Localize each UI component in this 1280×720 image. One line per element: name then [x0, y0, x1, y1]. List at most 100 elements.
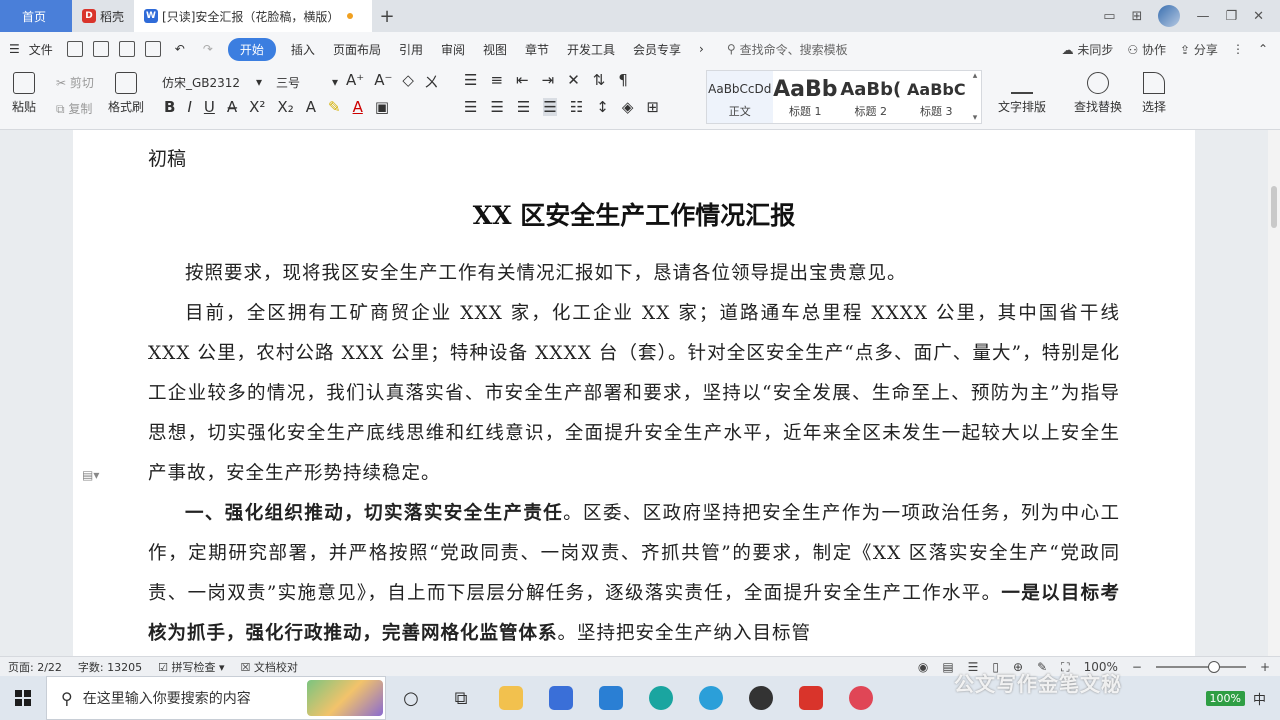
export-icon[interactable] — [92, 41, 109, 57]
shading-icon[interactable]: ◈ — [622, 98, 634, 116]
align-center-icon[interactable]: ☰ — [490, 98, 503, 116]
store-icon[interactable] — [536, 676, 586, 720]
menu-tab-insert[interactable]: 插入 — [282, 41, 324, 58]
scroll-thumb[interactable] — [1271, 186, 1277, 228]
wps-icon[interactable] — [786, 676, 836, 720]
zoom-slider[interactable] — [1155, 661, 1246, 673]
vertical-scrollbar[interactable] — [1268, 130, 1280, 656]
battery-indicator[interactable]: 100% — [1205, 690, 1245, 706]
paste-button[interactable]: 粘贴 — [12, 72, 36, 115]
indent-icon[interactable]: ⇥ — [542, 71, 555, 89]
bullet-list-icon[interactable]: ☰ — [464, 71, 477, 89]
page-view-icon[interactable]: ▤ — [942, 660, 953, 674]
style-heading1[interactable]: AaBb 标题 1 — [773, 71, 839, 123]
clear-format-icon[interactable]: ◇ — [402, 71, 414, 92]
underline-icon[interactable]: U — [204, 98, 215, 116]
tab-document[interactable]: W [只读]安全汇报（花脸稿，横版） — [134, 0, 373, 32]
layout-icon[interactable]: ▭ — [1103, 9, 1115, 24]
tab-home[interactable]: 首页 — [0, 0, 72, 32]
taskbar-search[interactable]: ⚲ 在这里输入你要搜索的内容 — [46, 676, 386, 720]
text-layout-button[interactable]: 文字排版 — [998, 72, 1046, 115]
zoom-out-icon[interactable]: − — [1132, 660, 1142, 674]
chinese-layout-icon[interactable]: ✕ — [567, 71, 580, 89]
styles-scroll[interactable]: ▴ ▾ — [969, 71, 981, 123]
select-button[interactable]: 选择 — [1142, 72, 1166, 115]
zoom-in-icon[interactable]: + — [1260, 660, 1270, 674]
font-color-icon[interactable]: A — [353, 98, 363, 116]
sort-icon[interactable]: ⇅ — [593, 71, 606, 89]
subscript-icon[interactable]: X₂ — [277, 98, 293, 116]
menu-tab-start[interactable]: 开始 — [227, 37, 276, 61]
menu-tab-section[interactable]: 章节 — [516, 41, 558, 58]
redo-icon[interactable]: ↷ — [194, 42, 222, 56]
borders-icon[interactable]: ⊞ — [646, 98, 659, 116]
italic-icon[interactable]: I — [187, 98, 191, 116]
style-normal[interactable]: AaBbCcDd 正文 — [707, 71, 773, 123]
menu-tab-member[interactable]: 会员专享 — [624, 41, 690, 58]
highlight-icon[interactable]: ✎ — [328, 98, 341, 116]
avatar[interactable] — [1158, 5, 1181, 27]
text-effect-icon[interactable]: A — [306, 98, 316, 116]
cortana-icon[interactable]: ○ — [386, 676, 436, 720]
save-icon[interactable] — [66, 41, 83, 57]
menu-tab-view[interactable]: 视图 — [474, 41, 516, 58]
grid-icon[interactable]: ⊞ — [1132, 9, 1143, 24]
command-search[interactable]: ⚲ 查找命令、搜索模板 — [727, 41, 848, 58]
copy-button[interactable]: ⧉ 复制 — [56, 100, 92, 117]
outdent-icon[interactable]: ⇤ — [516, 71, 529, 89]
word-count[interactable]: 字数: 13205 — [70, 659, 150, 675]
collab-button[interactable]: ⚇ 协作 — [1127, 41, 1166, 58]
menu-tab-devtools[interactable]: 开发工具 — [558, 41, 624, 58]
edge-dev-icon[interactable] — [686, 676, 736, 720]
edge-icon[interactable] — [636, 676, 686, 720]
collapse-ribbon-icon[interactable]: ⌃ — [1258, 42, 1268, 56]
size-select[interactable]: 三号 ▾ — [276, 72, 338, 92]
print-icon[interactable] — [118, 41, 135, 57]
cut-button[interactable]: ✂ 剪切 — [56, 74, 94, 91]
recorder-icon[interactable] — [836, 676, 886, 720]
media-icon[interactable] — [736, 676, 786, 720]
ime-indicator[interactable]: 中 — [1253, 689, 1266, 708]
document-page[interactable]: 初稿 XX 区安全生产工作情况汇报 按照要求，现将我区安全生产工作有关情况汇报如… — [73, 130, 1195, 656]
superscript-icon[interactable]: X² — [249, 98, 265, 116]
sync-status[interactable]: ☁ 未同步 — [1062, 41, 1114, 58]
shrink-font-icon[interactable]: A⁻ — [374, 71, 392, 92]
explorer-icon[interactable] — [486, 676, 536, 720]
proofread[interactable]: ☒ 文档校对 — [233, 659, 306, 675]
style-heading3[interactable]: AaBbC 标题 3 — [904, 71, 970, 123]
font-select[interactable]: 仿宋_GB2312 ▾ — [160, 72, 264, 92]
menu-file[interactable]: 文件 — [29, 41, 62, 58]
find-replace-button[interactable]: 查找替换 — [1074, 72, 1122, 115]
menu-tab-review[interactable]: 审阅 — [432, 41, 474, 58]
bold-icon[interactable]: B — [164, 98, 175, 116]
justify-icon[interactable]: ☰ — [543, 98, 557, 116]
phonetic-icon[interactable]: ㄨ — [424, 71, 439, 92]
align-left-icon[interactable]: ☰ — [464, 98, 477, 116]
new-tab-button[interactable]: + — [372, 6, 402, 27]
page-indicator[interactable]: 页面: 2/22 — [0, 659, 70, 675]
menu-tab-reference[interactable]: 引用 — [390, 41, 432, 58]
close-icon[interactable]: ✕ — [1253, 9, 1264, 24]
paragraph-menu-icon[interactable]: ▤▾ — [82, 468, 99, 482]
menu-tab-layout[interactable]: 页面布局 — [324, 41, 390, 58]
restore-icon[interactable]: ❐ — [1225, 9, 1237, 24]
tab-daoke[interactable]: D 稻壳 — [72, 0, 134, 32]
menu-more-icon[interactable]: › — [690, 42, 713, 56]
number-list-icon[interactable]: ≡ — [490, 71, 503, 89]
format-painter-button[interactable]: 格式刷 — [108, 72, 144, 115]
strikethrough-icon[interactable]: A̶ — [227, 98, 237, 116]
start-button[interactable] — [0, 676, 46, 720]
hamburger-icon[interactable]: ☰ — [0, 42, 29, 56]
spell-check[interactable]: ☑ 拼写检查 ▾ — [150, 659, 232, 675]
char-border-icon[interactable]: ▣ — [375, 98, 389, 116]
line-spacing-icon[interactable]: ↕ — [596, 98, 609, 116]
grow-font-icon[interactable]: A⁺ — [346, 71, 364, 92]
task-view-icon[interactable]: ⧉ — [436, 676, 486, 720]
style-heading2[interactable]: AaBb( 标题 2 — [838, 71, 904, 123]
eye-icon[interactable]: ◉ — [918, 660, 928, 674]
share-button[interactable]: ⇪ 分享 — [1180, 41, 1218, 58]
more-options-icon[interactable]: ⋮ — [1232, 42, 1244, 56]
mail-icon[interactable] — [586, 676, 636, 720]
minimize-icon[interactable]: — — [1196, 9, 1209, 24]
show-marks-icon[interactable]: ¶ — [618, 71, 628, 89]
